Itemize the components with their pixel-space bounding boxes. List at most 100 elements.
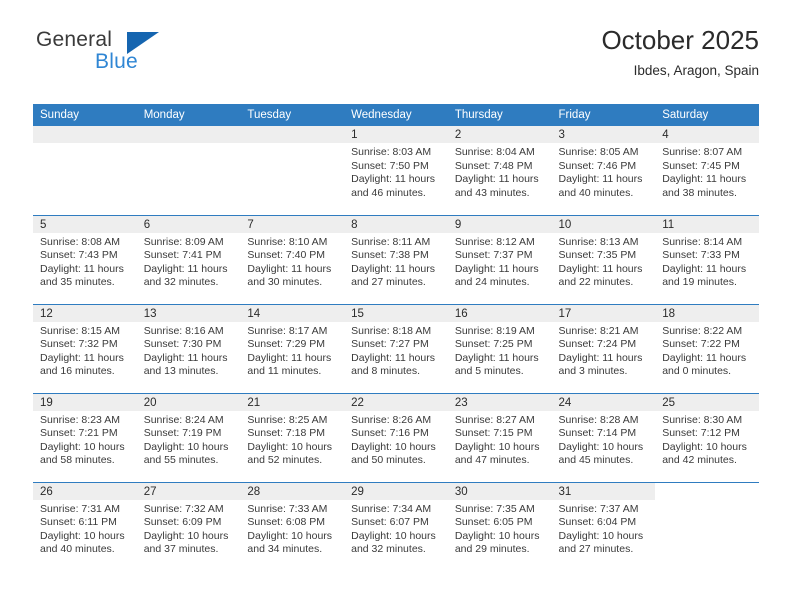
calendar-day-cell[interactable]: 31 Sunrise: 7:37 AM Sunset: 6:04 PM Dayligh…	[551, 481, 656, 571]
day-number: 23	[447, 393, 552, 411]
day-number: 14	[240, 304, 345, 322]
day-info-line: and 5 minutes.	[454, 365, 524, 378]
day-number: 26	[33, 482, 137, 500]
calendar-day-cell[interactable]: 27 Sunrise: 7:32 AM Sunset: 6:09 PM Dayligh…	[136, 481, 241, 571]
day-info-line: Daylight: 11 hours	[662, 351, 747, 364]
day-number	[240, 126, 345, 143]
weekday-header-wednesday: Wednesday	[344, 104, 448, 126]
day-sun-info: Sunrise: 8:19 AM Sunset: 7:25 PM Daylight:…	[448, 322, 552, 379]
day-sun-info: Sunrise: 8:23 AM Sunset: 7:21 PM Daylight:…	[33, 411, 137, 468]
calendar-day-cell[interactable]: 16 Sunrise: 8:19 AM Sunset: 7:25 PM Dayligh…	[447, 303, 552, 393]
calendar-day-cell[interactable]: 15 Sunrise: 8:18 AM Sunset: 7:27 PM Dayligh…	[344, 303, 448, 393]
calendar-empty-cell	[136, 126, 241, 215]
day-info-line: and 32 minutes.	[143, 276, 219, 289]
day-info-line: Sunrise: 8:19 AM	[454, 324, 535, 337]
calendar-day-cell[interactable]: 13 Sunrise: 8:16 AM Sunset: 7:30 PM Dayligh…	[136, 303, 241, 393]
calendar-day-cell[interactable]: 8 Sunrise: 8:11 AM Sunset: 7:38 PM Daylight…	[344, 214, 448, 304]
day-number: 5	[33, 215, 137, 233]
calendar-day-cell[interactable]: 14 Sunrise: 8:17 AM Sunset: 7:29 PM Dayligh…	[240, 303, 345, 393]
calendar-day-cell[interactable]: 1 Sunrise: 8:03 AM Sunset: 7:50 PM Daylight…	[344, 126, 448, 215]
calendar-page: General Blue October 2025 Ibdes, Aragon,…	[0, 0, 792, 612]
day-info-line: Daylight: 11 hours	[40, 351, 124, 364]
calendar-day-cell[interactable]: 3 Sunrise: 8:05 AM Sunset: 7:46 PM Daylight…	[551, 126, 656, 215]
day-info-line: and 47 minutes.	[454, 454, 530, 467]
weekday-header-monday: Monday	[136, 104, 241, 126]
day-info-line: Sunrise: 8:15 AM	[40, 324, 120, 337]
day-info-line: Sunrise: 8:21 AM	[558, 324, 639, 337]
day-info-line: Sunrise: 8:13 AM	[558, 235, 639, 248]
day-info-line: Daylight: 11 hours	[143, 262, 228, 275]
weekday-header-sunday: Sunday	[33, 104, 137, 126]
calendar-week-row: 12 Sunrise: 8:15 AM Sunset: 7:32 PM Dayligh…	[33, 303, 759, 393]
calendar-day-cell[interactable]: 6 Sunrise: 8:09 AM Sunset: 7:41 PM Daylight…	[136, 214, 241, 304]
day-info-line: Sunrise: 8:17 AM	[247, 324, 328, 337]
day-info-line: Sunrise: 8:16 AM	[143, 324, 224, 337]
day-info-line: Sunset: 7:38 PM	[351, 249, 429, 262]
calendar-day-cell[interactable]: 7 Sunrise: 8:10 AM Sunset: 7:40 PM Daylight…	[240, 214, 345, 304]
calendar-day-cell[interactable]: 4 Sunrise: 8:07 AM Sunset: 7:45 PM Daylight…	[655, 126, 759, 215]
day-number: 19	[33, 393, 137, 411]
calendar-day-cell[interactable]: 30 Sunrise: 7:35 AM Sunset: 6:05 PM Dayligh…	[447, 481, 552, 571]
calendar-day-cell[interactable]: 12 Sunrise: 8:15 AM Sunset: 7:32 PM Dayligh…	[33, 303, 137, 393]
day-sun-info: Sunrise: 7:37 AM Sunset: 6:04 PM Daylight:…	[552, 500, 656, 557]
page-title: October 2025	[601, 25, 759, 55]
day-number: 1	[344, 126, 448, 143]
day-number: 6	[136, 215, 241, 233]
day-info-line: Daylight: 10 hours	[40, 529, 125, 542]
calendar-day-cell[interactable]: 5 Sunrise: 8:08 AM Sunset: 7:43 PM Daylight…	[33, 214, 137, 304]
calendar-day-cell[interactable]: 24 Sunrise: 8:28 AM Sunset: 7:14 PM Dayligh…	[551, 392, 656, 482]
day-info-line: Sunset: 7:37 PM	[454, 249, 533, 262]
calendar-day-cell[interactable]: 29 Sunrise: 7:34 AM Sunset: 6:07 PM Dayligh…	[344, 481, 448, 571]
calendar-day-cell[interactable]: 26 Sunrise: 7:31 AM Sunset: 6:11 PM Dayligh…	[33, 481, 137, 571]
day-number	[33, 126, 137, 143]
day-info-line: Sunset: 7:15 PM	[454, 427, 533, 440]
day-info-line: and 30 minutes.	[247, 276, 323, 289]
day-info-line: Daylight: 11 hours	[558, 262, 643, 275]
day-info-line: Daylight: 10 hours	[40, 440, 125, 453]
day-info-line: Daylight: 10 hours	[454, 529, 540, 542]
day-number	[655, 482, 759, 500]
day-info-line: Sunrise: 7:34 AM	[351, 502, 432, 515]
day-info-line: Sunset: 6:11 PM	[40, 516, 117, 529]
calendar-day-cell[interactable]: 11 Sunrise: 8:14 AM Sunset: 7:33 PM Dayligh…	[655, 214, 759, 304]
day-sun-info: Sunrise: 8:07 AM Sunset: 7:45 PM Daylight:…	[655, 143, 759, 200]
day-info-line: Sunset: 7:46 PM	[558, 159, 637, 172]
calendar-day-cell[interactable]: 23 Sunrise: 8:27 AM Sunset: 7:15 PM Dayligh…	[447, 392, 552, 482]
day-sun-info: Sunrise: 8:24 AM Sunset: 7:19 PM Daylight:…	[137, 411, 241, 468]
day-number: 30	[447, 482, 552, 500]
day-info-line: and 27 minutes.	[558, 543, 634, 556]
day-info-line: Sunrise: 8:28 AM	[558, 413, 639, 426]
day-sun-info: Sunrise: 8:16 AM Sunset: 7:30 PM Daylight:…	[137, 322, 241, 379]
calendar-day-cell[interactable]: 18 Sunrise: 8:22 AM Sunset: 7:22 PM Dayligh…	[655, 303, 759, 393]
calendar-day-cell[interactable]: 19 Sunrise: 8:23 AM Sunset: 7:21 PM Dayligh…	[33, 392, 137, 482]
day-info-line: Daylight: 11 hours	[662, 173, 747, 186]
day-info-line: Sunrise: 8:10 AM	[247, 235, 328, 248]
day-number: 22	[344, 393, 448, 411]
calendar-header-row: Sunday Monday Tuesday Wednesday Thursday…	[33, 104, 759, 126]
calendar-day-cell[interactable]: 21 Sunrise: 8:25 AM Sunset: 7:18 PM Dayligh…	[240, 392, 345, 482]
day-info-line: Sunset: 7:33 PM	[662, 249, 740, 262]
calendar-day-cell[interactable]: 22 Sunrise: 8:26 AM Sunset: 7:16 PM Dayligh…	[344, 392, 448, 482]
day-number: 13	[136, 304, 241, 322]
day-info-line: Sunrise: 8:09 AM	[143, 235, 224, 248]
day-sun-info: Sunrise: 8:04 AM Sunset: 7:48 PM Daylight:…	[448, 143, 552, 200]
calendar-empty-cell	[655, 481, 759, 571]
day-info-line: Daylight: 11 hours	[558, 173, 643, 186]
calendar-day-cell[interactable]: 9 Sunrise: 8:12 AM Sunset: 7:37 PM Daylight…	[447, 214, 552, 304]
day-number: 18	[655, 304, 759, 322]
day-info-line: Sunset: 7:25 PM	[454, 338, 533, 351]
day-info-line: Daylight: 11 hours	[351, 173, 435, 186]
day-sun-info: Sunrise: 8:25 AM Sunset: 7:18 PM Daylight:…	[240, 411, 344, 468]
day-number: 20	[136, 393, 241, 411]
day-info-line: Daylight: 10 hours	[143, 529, 229, 542]
calendar-day-cell[interactable]: 28 Sunrise: 7:33 AM Sunset: 6:08 PM Dayligh…	[240, 481, 345, 571]
day-number: 10	[551, 215, 656, 233]
day-info-line: and 27 minutes.	[351, 276, 426, 289]
calendar-day-cell[interactable]: 17 Sunrise: 8:21 AM Sunset: 7:24 PM Dayligh…	[551, 303, 656, 393]
calendar-day-cell[interactable]: 10 Sunrise: 8:13 AM Sunset: 7:35 PM Dayligh…	[551, 214, 656, 304]
day-info-line: Daylight: 11 hours	[454, 262, 539, 275]
day-info-line: Sunrise: 7:35 AM	[454, 502, 535, 515]
calendar-day-cell[interactable]: 2 Sunrise: 8:04 AM Sunset: 7:48 PM Daylight…	[447, 126, 552, 215]
calendar-day-cell[interactable]: 20 Sunrise: 8:24 AM Sunset: 7:19 PM Dayligh…	[136, 392, 241, 482]
calendar-day-cell[interactable]: 25 Sunrise: 8:30 AM Sunset: 7:12 PM Dayligh…	[655, 392, 759, 482]
